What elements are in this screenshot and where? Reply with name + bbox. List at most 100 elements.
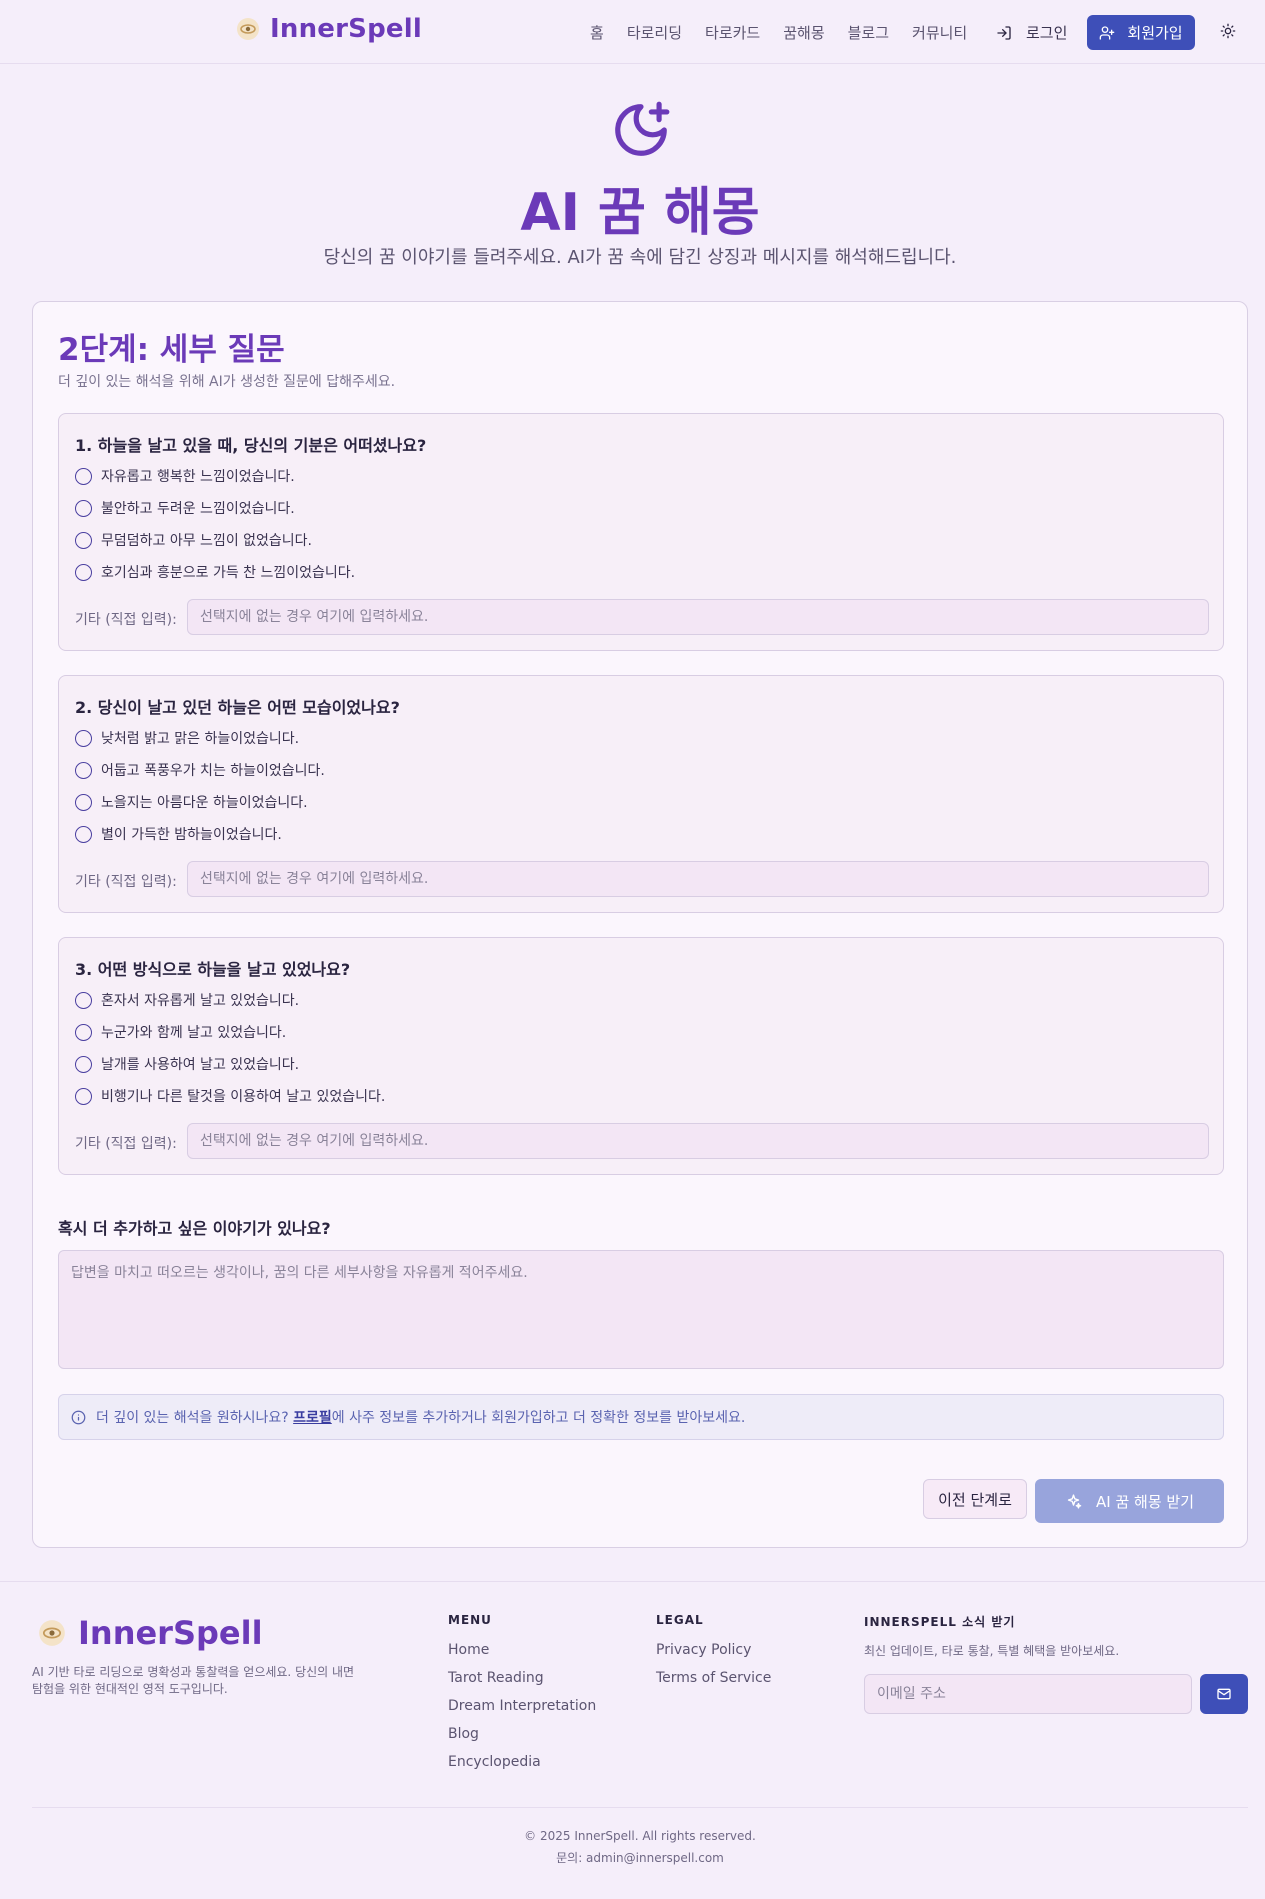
footer-brand[interactable]: InnerSpell — [38, 1614, 263, 1652]
question-title: 2. 당신이 날고 있던 하늘은 어떤 모습이었나요? — [75, 698, 400, 717]
radio-button[interactable] — [75, 563, 92, 581]
question-option[interactable]: 낮처럼 밝고 맑은 하늘이었습니다. — [75, 728, 299, 748]
extra-story-title: 혹시 더 추가하고 싶은 이야기가 있나요? — [58, 1219, 331, 1238]
question-card-3: 3. 어떤 방식으로 하늘을 날고 있었나요? 혼자서 자유롭게 날고 있었습니… — [58, 937, 1224, 1175]
other-input[interactable] — [187, 599, 1209, 635]
footer-divider — [0, 1581, 1265, 1582]
question-option[interactable]: 누군가와 함께 날고 있었습니다. — [75, 1022, 286, 1042]
option-label: 누군가와 함께 날고 있었습니다. — [101, 1025, 287, 1041]
option-label: 낮처럼 밝고 맑은 하늘이었습니다. — [101, 731, 300, 747]
previous-step-button[interactable]: 이전 단계로 — [923, 1479, 1027, 1519]
question-card-2: 2. 당신이 날고 있던 하늘은 어떤 모습이었나요? 낮처럼 밝고 맑은 하늘… — [58, 675, 1224, 913]
other-input[interactable] — [187, 861, 1209, 897]
newsletter-submit-button[interactable] — [1200, 1674, 1248, 1714]
radio-button[interactable] — [75, 761, 92, 779]
question-option[interactable]: 호기심과 흥분으로 가득 찬 느낌이었습니다. — [75, 562, 355, 582]
login-icon — [997, 25, 1011, 40]
nav-community[interactable]: 커뮤니티 — [912, 22, 967, 43]
nav-home[interactable]: 홈 — [590, 22, 604, 43]
submit-dream-button[interactable]: AI 꿈 해몽 받기 — [1035, 1479, 1224, 1523]
nav-tarot-reading[interactable]: 타로리딩 — [627, 22, 682, 43]
site-header: InnerSpell 홈 타로리딩 타로카드 꿈해몽 블로그 커뮤니티 로그인 … — [0, 0, 1265, 64]
radio-button[interactable] — [75, 531, 92, 549]
other-label: 기타 (직접 입력): — [75, 612, 177, 628]
login-button[interactable]: 로그인 — [996, 22, 1067, 43]
signup-label: 회원가입 — [1127, 24, 1183, 42]
page-title: AI 꿈 해몽 — [520, 183, 760, 243]
step-description: 더 깊이 있는 해석을 위해 AI가 생성한 질문에 답해주세요. — [58, 374, 396, 390]
brand-logo[interactable]: InnerSpell — [236, 14, 422, 44]
footer-newsletter-description: 최신 업데이트, 타로 통찰, 특별 혜택을 받아보세요. — [864, 1644, 1120, 1658]
footer-link-home[interactable]: Home — [448, 1642, 489, 1658]
radio-button[interactable] — [75, 729, 92, 747]
copyright: © 2025 InnerSpell. All rights reserved. — [524, 1829, 756, 1843]
footer-newsletter-title: INNERSPELL 소식 받기 — [864, 1615, 1016, 1629]
radio-button[interactable] — [75, 825, 92, 843]
info-prefix: 더 깊이 있는 해석을 원하시나요? — [96, 1410, 289, 1426]
extra-story-textarea[interactable] — [58, 1250, 1224, 1369]
other-label: 기타 (직접 입력): — [75, 1136, 177, 1152]
main-nav: 홈 타로리딩 타로카드 꿈해몽 블로그 커뮤니티 — [590, 22, 967, 43]
info-text: 더 깊이 있는 해석을 원하시나요? 프로필에 사주 정보를 추가하거나 회원가… — [96, 1407, 745, 1427]
option-label: 불안하고 두려운 느낌이었습니다. — [101, 501, 295, 517]
login-label: 로그인 — [1026, 24, 1068, 42]
radio-button[interactable] — [75, 499, 92, 517]
radio-button[interactable] — [75, 467, 92, 485]
sparkles-icon — [1067, 1493, 1082, 1509]
radio-button[interactable] — [75, 991, 92, 1009]
sun-icon[interactable] — [1220, 23, 1236, 39]
question-title: 1. 하늘을 날고 있을 때, 당신의 기분은 어떠셨나요? — [75, 436, 427, 455]
page-subtitle: 당신의 꿈 이야기를 들려주세요. AI가 꿈 속에 담긴 상징과 메시지를 해… — [323, 247, 957, 268]
signup-button[interactable]: 회원가입 — [1087, 15, 1195, 50]
nav-tarot-cards[interactable]: 타로카드 — [705, 22, 760, 43]
question-option[interactable]: 자유롭고 행복한 느낌이었습니다. — [75, 466, 295, 486]
footer-link-tarot[interactable]: Tarot Reading — [448, 1670, 544, 1686]
radio-button[interactable] — [75, 1023, 92, 1041]
option-label: 날개를 사용하여 날고 있었습니다. — [101, 1057, 300, 1073]
option-label: 무덤덤하고 아무 느낌이 없었습니다. — [101, 533, 312, 549]
footer-link-dream[interactable]: Dream Interpretation — [448, 1698, 596, 1714]
info-icon — [71, 1410, 86, 1424]
footer-menu-title: MENU — [448, 1613, 492, 1627]
question-option[interactable]: 날개를 사용하여 날고 있었습니다. — [75, 1054, 299, 1074]
eye-logo-icon — [39, 1620, 65, 1646]
question-option[interactable]: 노을지는 아름다운 하늘이었습니다. — [75, 792, 308, 812]
footer-brand-name: InnerSpell — [78, 1614, 263, 1652]
dream-questions-card: 2단계: 세부 질문 더 깊이 있는 해석을 위해 AI가 생성한 질문에 답해… — [32, 301, 1248, 1548]
eye-logo-icon — [237, 18, 259, 40]
question-option[interactable]: 별이 가득한 밤하늘이었습니다. — [75, 824, 282, 844]
nav-dream[interactable]: 꿈해몽 — [783, 22, 824, 43]
footer-bottom-divider — [32, 1807, 1248, 1808]
option-label: 혼자서 자유롭게 날고 있었습니다. — [101, 993, 300, 1009]
contact-email: 문의: admin@innerspell.com — [556, 1851, 724, 1865]
option-label: 호기심과 흥분으로 가득 찬 느낌이었습니다. — [101, 565, 356, 581]
option-label: 노을지는 아름다운 하늘이었습니다. — [101, 795, 308, 811]
option-label: 비행기나 다른 탈것을 이용하여 날고 있었습니다. — [101, 1089, 386, 1105]
footer-link-blog[interactable]: Blog — [448, 1726, 479, 1742]
newsletter-email-input[interactable] — [864, 1674, 1192, 1714]
question-option[interactable]: 어둡고 폭풍우가 치는 하늘이었습니다. — [75, 760, 325, 780]
profile-link[interactable]: 프로필 — [293, 1410, 332, 1426]
step-title: 2단계: 세부 질문 — [58, 332, 285, 368]
option-label: 자유롭고 행복한 느낌이었습니다. — [101, 469, 295, 485]
radio-button[interactable] — [75, 1087, 92, 1105]
footer-link-privacy[interactable]: Privacy Policy — [656, 1642, 751, 1658]
question-title: 3. 어떤 방식으로 하늘을 날고 있었나요? — [75, 960, 351, 979]
brand-name: InnerSpell — [270, 14, 422, 44]
user-plus-icon — [1100, 25, 1115, 40]
other-input[interactable] — [187, 1123, 1209, 1159]
info-suffix: 에 사주 정보를 추가하거나 회원가입하고 더 정확한 정보를 받아보세요. — [331, 1410, 746, 1426]
radio-button[interactable] — [75, 1055, 92, 1073]
footer-legal-title: LEGAL — [656, 1613, 704, 1627]
nav-blog[interactable]: 블로그 — [848, 22, 889, 43]
footer-link-terms[interactable]: Terms of Service — [656, 1670, 771, 1686]
other-label: 기타 (직접 입력): — [75, 874, 177, 890]
question-option[interactable]: 혼자서 자유롭게 날고 있었습니다. — [75, 990, 299, 1010]
footer-description: AI 기반 타로 리딩으로 명확성과 통찰력을 얻으세요. 당신의 내면 탐험을… — [32, 1665, 355, 1696]
question-option[interactable]: 불안하고 두려운 느낌이었습니다. — [75, 498, 295, 518]
question-option[interactable]: 무덤덤하고 아무 느낌이 없었습니다. — [75, 530, 312, 550]
question-option[interactable]: 비행기나 다른 탈것을 이용하여 날고 있었습니다. — [75, 1086, 385, 1106]
question-card-1: 1. 하늘을 날고 있을 때, 당신의 기분은 어떠셨나요? 자유롭고 행복한 … — [58, 413, 1224, 651]
footer-link-encyclopedia[interactable]: Encyclopedia — [448, 1754, 541, 1770]
radio-button[interactable] — [75, 793, 92, 811]
